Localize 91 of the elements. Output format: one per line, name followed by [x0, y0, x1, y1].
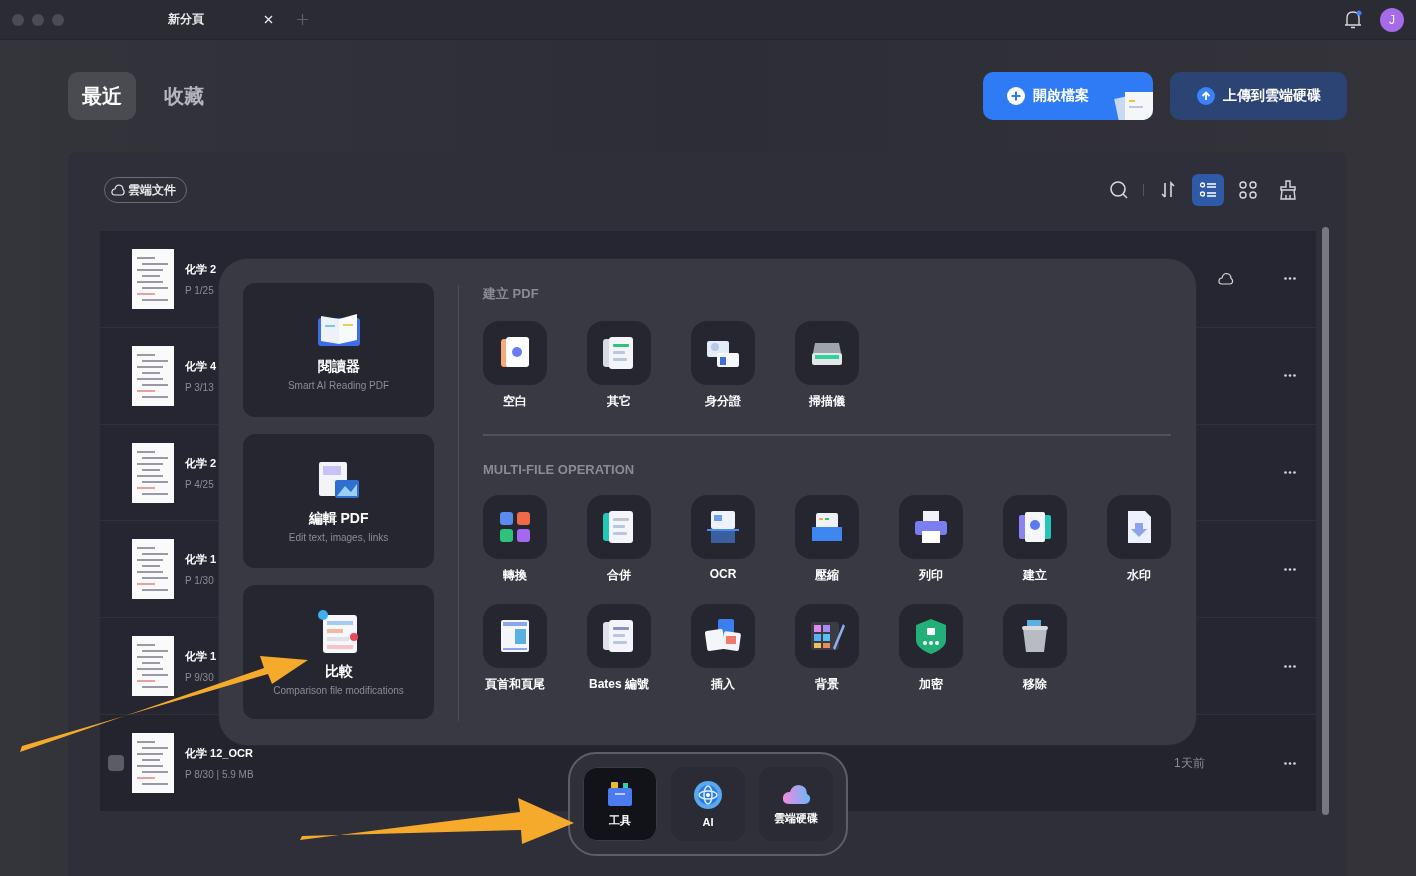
document-thumbnail	[132, 636, 174, 697]
tool-tile[interactable]	[587, 495, 651, 559]
tab-title[interactable]: 新分頁	[168, 11, 264, 28]
more-icon[interactable]	[1284, 567, 1296, 571]
tool-tile[interactable]	[795, 495, 859, 559]
tool-tile[interactable]	[483, 495, 547, 559]
file-name: 化学 12_OCR	[185, 746, 253, 762]
more-icon[interactable]	[1284, 277, 1296, 281]
document-icon	[316, 608, 361, 655]
card-title: 閱讀器	[317, 357, 360, 376]
plus-icon	[1007, 87, 1025, 105]
card-subtitle: Comparison file modifications	[273, 684, 404, 696]
cloud-icon	[781, 782, 811, 805]
tab[interactable]: 收藏	[150, 72, 218, 120]
folder-icon	[606, 780, 634, 807]
tool-label: 加密	[919, 676, 943, 693]
tool-tile[interactable]	[899, 604, 963, 668]
dock-item[interactable]: AI	[671, 767, 745, 841]
document-thumbnail	[132, 539, 174, 600]
tool-label: 建立	[1023, 567, 1047, 584]
tool-label: 背景	[815, 676, 839, 693]
tool-tile[interactable]	[1003, 495, 1067, 559]
file-meta: P 4/25	[185, 478, 214, 490]
tool-label: 掃描儀	[809, 393, 845, 410]
file-name: 化学 2	[185, 261, 217, 277]
file-name: 化学 4	[185, 358, 217, 374]
dock-item[interactable]: 工具	[583, 767, 657, 841]
tool-tile[interactable]	[795, 321, 859, 385]
tool-label: 轉換	[503, 567, 527, 584]
tool-label: 移除	[1023, 676, 1047, 693]
atom-icon	[693, 780, 723, 810]
tool-tile[interactable]	[1003, 604, 1067, 668]
upload-icon	[1196, 87, 1215, 105]
tool-tile[interactable]	[483, 604, 547, 668]
file-meta: P 9/30	[185, 672, 214, 684]
tool-label: 合併	[607, 567, 631, 584]
tool-tile[interactable]	[691, 321, 755, 385]
close-icon[interactable]	[264, 15, 273, 24]
document-thumbnail	[132, 442, 174, 503]
upload-button[interactable]: 上傳到雲端硬碟	[1170, 72, 1347, 120]
file-name: 化学 1	[185, 552, 217, 568]
tool-tile[interactable]	[691, 495, 755, 559]
file-meta: P 1/25	[185, 284, 214, 296]
feature-card[interactable]: 閱讀器 Smart AI Reading PDF	[243, 283, 434, 417]
card-title: 比較	[324, 662, 353, 681]
tool-label: 其它	[607, 393, 631, 410]
scrollbar[interactable]	[1322, 227, 1329, 815]
list-view-icon[interactable]	[1192, 174, 1224, 206]
feature-card[interactable]: 比較 Comparison file modifications	[243, 585, 434, 719]
tool-tile[interactable]	[691, 604, 755, 668]
section-title: 建立 PDF	[483, 285, 540, 303]
more-icon[interactable]	[1284, 471, 1296, 475]
document-thumbnail	[132, 345, 174, 406]
user-avatar[interactable]: J	[1380, 7, 1404, 32]
file-meta: P 1/30	[185, 575, 214, 587]
file-meta: P 8/30 | 5.9 MB	[185, 769, 254, 781]
document-thumbnail	[132, 733, 174, 794]
card-title: 編輯 PDF	[308, 509, 369, 528]
tool-label: 插入	[711, 676, 735, 693]
file-name: 化学 1	[185, 649, 217, 665]
file-meta: P 3/13	[185, 381, 214, 393]
tool-label: 水印	[1127, 567, 1151, 584]
file-name: 化学 2	[185, 455, 217, 471]
cloud-icon	[111, 184, 125, 196]
tool-tile[interactable]	[1107, 495, 1171, 559]
tool-label: 頁首和頁尾	[485, 676, 545, 693]
more-icon[interactable]	[1284, 761, 1296, 765]
tool-tile[interactable]	[483, 321, 547, 385]
card-subtitle: Edit text, images, links	[288, 531, 389, 543]
document-thumbnail	[132, 248, 174, 309]
checkbox[interactable]	[108, 755, 124, 772]
tool-label: 壓縮	[815, 567, 839, 584]
tool-label: Bates 編號	[589, 676, 649, 693]
tool-label: 身分證	[705, 393, 741, 410]
tool-tile[interactable]	[899, 495, 963, 559]
tool-label: 列印	[919, 567, 943, 584]
card-subtitle: Smart AI Reading PDF	[287, 379, 390, 391]
section-title: MULTI-FILE OPERATION	[483, 462, 636, 477]
more-icon[interactable]	[1284, 374, 1296, 378]
bell-icon[interactable]	[1344, 9, 1362, 30]
tool-tile[interactable]	[587, 604, 651, 668]
tool-label: OCR	[709, 567, 737, 581]
file-time: 1天前	[1174, 754, 1206, 772]
tab[interactable]: 最近	[68, 72, 136, 120]
tool-tile[interactable]	[587, 321, 651, 385]
tool-label: 空白	[503, 393, 527, 410]
feature-card[interactable]: 編輯 PDF Edit text, images, links	[243, 434, 434, 568]
dock-item[interactable]: 雲端硬碟	[759, 767, 833, 841]
more-icon[interactable]	[1284, 664, 1296, 668]
tool-tile[interactable]	[795, 604, 859, 668]
open-file-button[interactable]: 開啟檔案	[983, 72, 1153, 120]
